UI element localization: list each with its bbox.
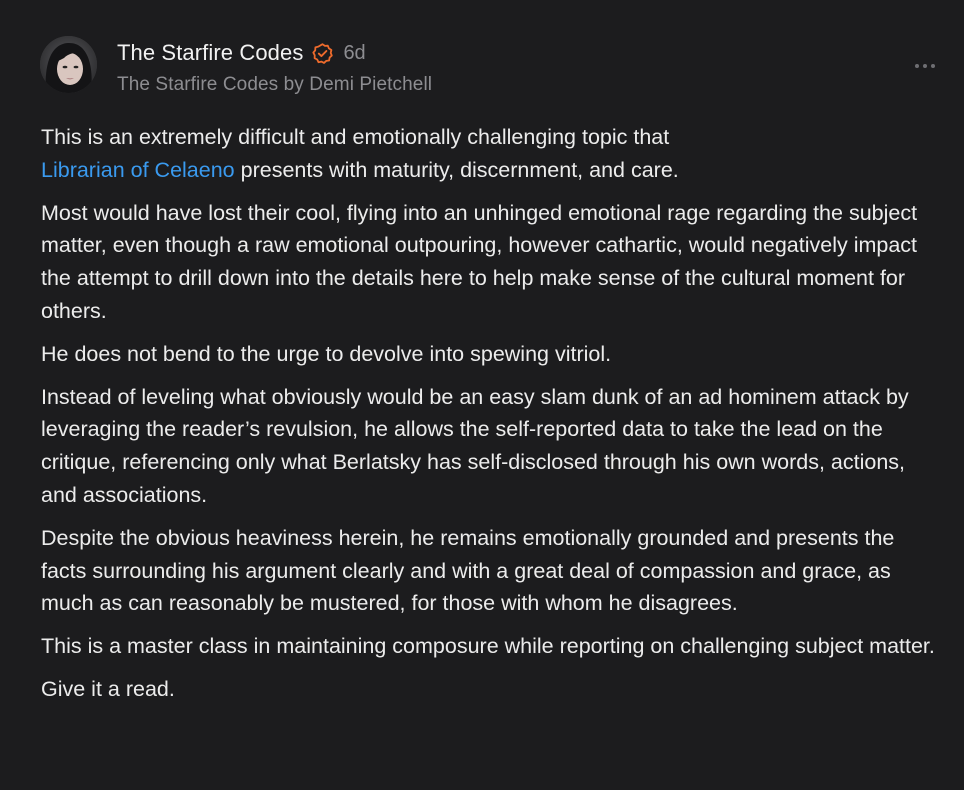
paragraph-5: Despite the obvious heaviness herein, he… xyxy=(41,525,895,616)
paragraph-4: Instead of leveling what obviously would… xyxy=(41,384,909,507)
ellipsis-icon xyxy=(915,64,935,68)
note-header: The Starfire Codes 6d The Starfire Codes… xyxy=(40,36,940,96)
publication-byline[interactable]: The Starfire Codes by Demi Pietchell xyxy=(117,74,432,96)
paragraph-7: Give it a read. xyxy=(41,676,175,701)
paragraph-6: This is a master class in maintaining co… xyxy=(41,634,935,659)
note-card: The Starfire Codes 6d The Starfire Codes… xyxy=(0,0,964,790)
paragraph-1-text-end: presents with maturity, discernment, and… xyxy=(240,157,679,182)
verified-badge-icon xyxy=(312,42,334,64)
mention-link[interactable]: Librarian of Celaeno xyxy=(41,158,235,182)
paragraph-2: Most would have lost their cool, flying … xyxy=(41,200,918,323)
more-options-button[interactable] xyxy=(910,56,940,76)
note-body: This is an extremely difficult and emoti… xyxy=(41,121,936,716)
author-line: The Starfire Codes 6d xyxy=(117,40,366,66)
author-name[interactable]: The Starfire Codes xyxy=(117,40,303,66)
avatar-image xyxy=(40,36,97,93)
paragraph-1: This is an extremely difficult and emoti… xyxy=(41,121,936,187)
timestamp[interactable]: 6d xyxy=(343,42,365,65)
paragraph-3: He does not bend to the urge to devolve … xyxy=(41,341,612,366)
paragraph-1-text-start: This is an extremely difficult and emoti… xyxy=(41,125,670,149)
avatar[interactable] xyxy=(40,36,97,93)
